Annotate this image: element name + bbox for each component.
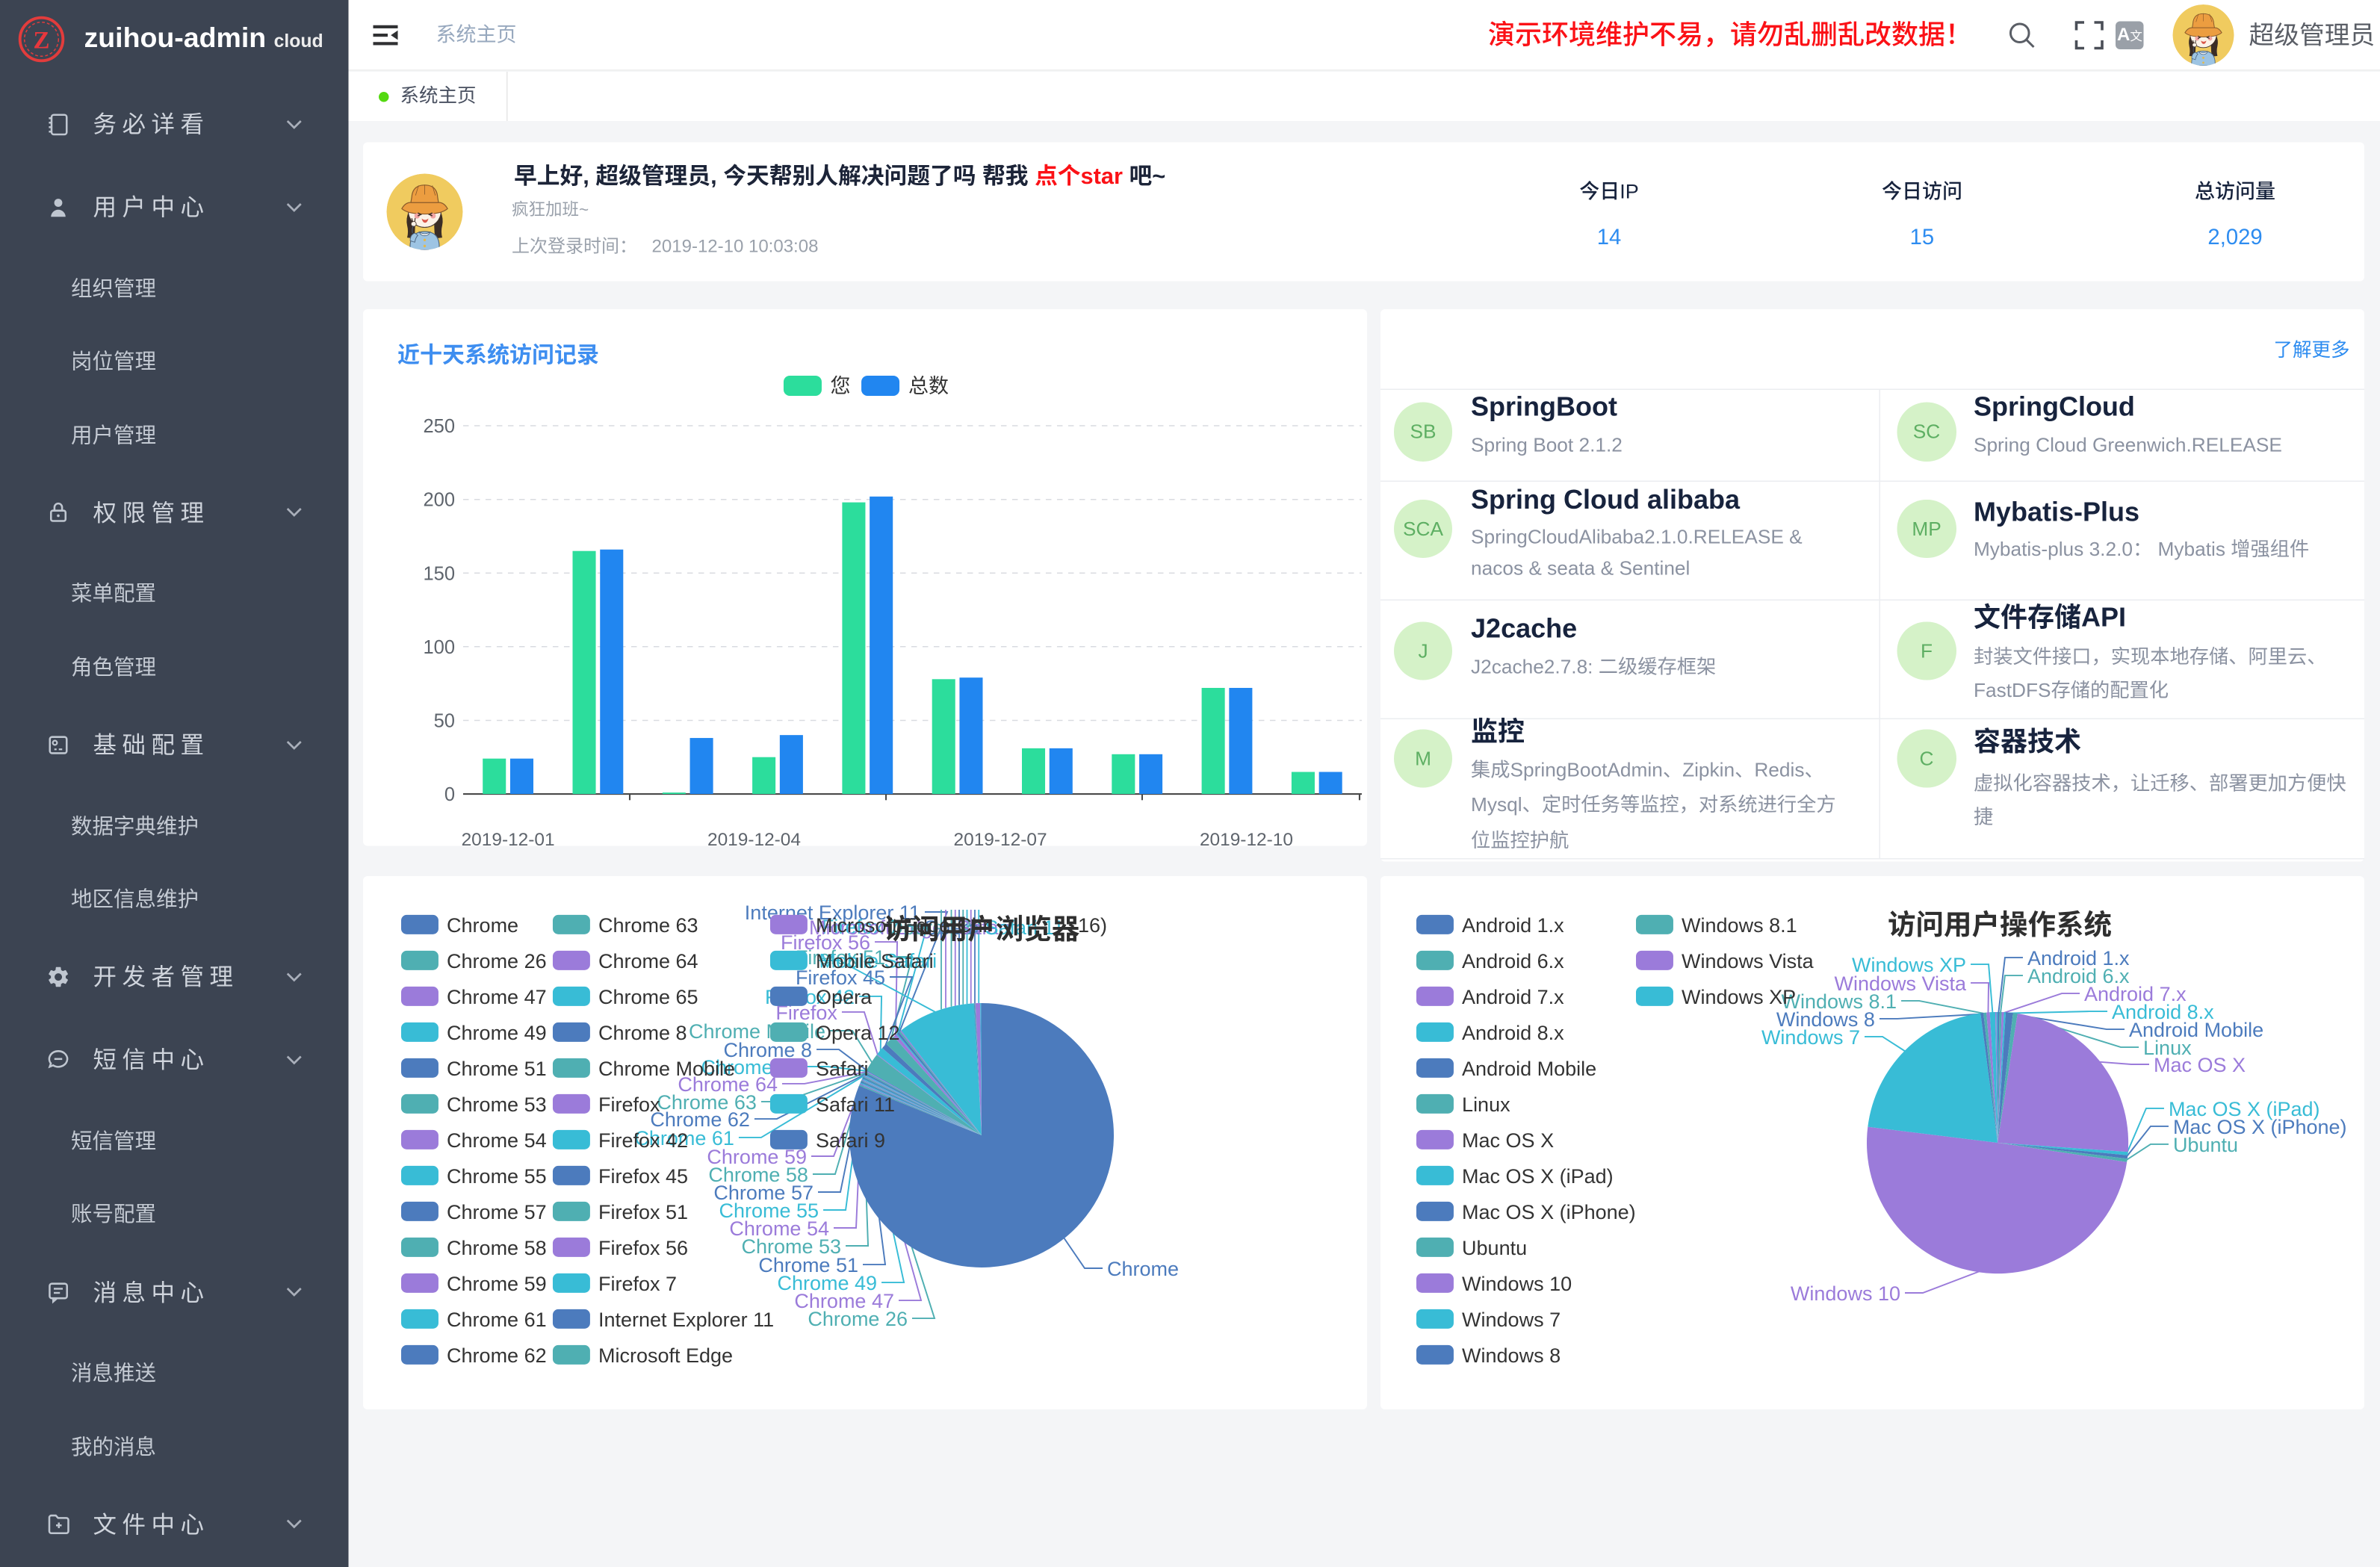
svg-text:Safari 9: Safari 9 [816, 1129, 885, 1152]
svg-text:Ubuntu: Ubuntu [1462, 1237, 1527, 1259]
svg-text:Chrome 26: Chrome 26 [447, 950, 547, 972]
svg-text:Chrome 8: Chrome 8 [598, 1022, 687, 1044]
svg-text:Chrome 49: Chrome 49 [447, 1022, 547, 1044]
svg-text:Safari: Safari [816, 1058, 869, 1080]
svg-text:访问用户操作系统: 访问用户操作系统 [1888, 909, 2112, 940]
svg-text:Mac OS X: Mac OS X [1462, 1129, 1554, 1152]
svg-text:Android 8.x: Android 8.x [1462, 1022, 1564, 1044]
svg-text:您: 您 [831, 375, 851, 397]
svg-text:Windows Vista: Windows Vista [1682, 950, 1815, 972]
svg-text:Opera 12: Opera 12 [816, 1022, 900, 1044]
svg-text:Chrome 65: Chrome 65 [598, 986, 698, 1008]
svg-text:250: 250 [423, 416, 455, 437]
svg-text:Chrome 51: Chrome 51 [447, 1058, 547, 1080]
svg-text:Mobile Safari: Mobile Safari [816, 950, 934, 972]
svg-text:100: 100 [423, 637, 455, 658]
svg-text:Windows 10: Windows 10 [1462, 1273, 1572, 1295]
svg-text:Android 6.x: Android 6.x [1462, 950, 1564, 972]
svg-text:Firefox: Firefox [598, 1093, 660, 1116]
svg-text:Chrome 54: Chrome 54 [447, 1129, 547, 1152]
svg-text:Firefox 7: Firefox 7 [598, 1273, 677, 1295]
svg-text:Internet Explorer 11: Internet Explorer 11 [598, 1309, 774, 1331]
svg-text:2019-12-01: 2019-12-01 [462, 830, 555, 845]
svg-text:2019-12-10: 2019-12-10 [1200, 830, 1293, 845]
svg-text:总数: 总数 [908, 375, 949, 397]
svg-text:近十天系统访问记录: 近十天系统访问记录 [397, 344, 599, 368]
svg-text:Chrome 57: Chrome 57 [447, 1201, 547, 1223]
svg-text:Opera: Opera [816, 986, 873, 1008]
svg-text:Firefox 56: Firefox 56 [598, 1237, 688, 1259]
svg-text:Chrome 55: Chrome 55 [447, 1165, 547, 1188]
svg-text:2019-12-07: 2019-12-07 [954, 830, 1047, 845]
svg-text:Firefox 51: Firefox 51 [598, 1201, 688, 1223]
svg-text:Chrome 58: Chrome 58 [447, 1237, 547, 1259]
svg-text:Chrome 47: Chrome 47 [447, 986, 547, 1008]
svg-text:2019-12-04: 2019-12-04 [707, 830, 801, 845]
svg-text:Chrome 26: Chrome 26 [808, 1308, 908, 1330]
svg-text:Chrome 64: Chrome 64 [598, 950, 698, 972]
svg-text:Windows 7: Windows 7 [1761, 1026, 1860, 1049]
svg-text:Windows XP: Windows XP [1682, 986, 1796, 1008]
svg-text:Windows 8.1: Windows 8.1 [1682, 914, 1797, 937]
svg-text:150: 150 [423, 563, 455, 584]
svg-text:Linux: Linux [1462, 1093, 1510, 1116]
svg-text:Chrome 62: Chrome 62 [447, 1344, 547, 1367]
svg-text:访问用户浏览器: 访问用户浏览器 [884, 913, 1080, 945]
svg-text:Android 1.x: Android 1.x [1462, 914, 1564, 937]
svg-text:Chrome 61: Chrome 61 [447, 1309, 547, 1331]
svg-text:Chrome Mobile: Chrome Mobile [598, 1058, 735, 1080]
svg-text:Safari 11: Safari 11 [816, 1093, 895, 1116]
svg-text:50: 50 [434, 711, 455, 732]
svg-text:Firefox 45: Firefox 45 [598, 1165, 688, 1188]
svg-text:Chrome 63: Chrome 63 [598, 914, 698, 937]
svg-text:Windows 8: Windows 8 [1462, 1344, 1561, 1367]
svg-text:16): 16) [1078, 914, 1107, 937]
svg-text:Windows 10: Windows 10 [1791, 1282, 1900, 1305]
svg-text:Chrome 59: Chrome 59 [447, 1273, 547, 1295]
svg-text:0: 0 [444, 784, 455, 805]
svg-text:Ubuntu: Ubuntu [2173, 1134, 2238, 1156]
svg-text:Chrome: Chrome [1107, 1258, 1179, 1280]
svg-text:Z: Z [33, 28, 49, 55]
svg-text:Android Mobile: Android Mobile [1462, 1058, 1596, 1080]
svg-text:200: 200 [423, 490, 455, 511]
svg-text:Android 7.x: Android 7.x [1462, 986, 1564, 1008]
svg-text:Mac OS X: Mac OS X [2154, 1054, 2246, 1076]
svg-text:Chrome: Chrome [447, 914, 518, 937]
svg-text:Windows 7: Windows 7 [1462, 1309, 1561, 1331]
svg-text:Mac OS X (iPhone): Mac OS X (iPhone) [1462, 1201, 1636, 1223]
svg-text:Chrome 53: Chrome 53 [447, 1093, 547, 1116]
svg-text:Mac OS X (iPad): Mac OS X (iPad) [1462, 1165, 1614, 1188]
svg-text:Firefox 42: Firefox 42 [598, 1129, 688, 1152]
svg-text:Microsoft Edge: Microsoft Edge [598, 1344, 733, 1367]
